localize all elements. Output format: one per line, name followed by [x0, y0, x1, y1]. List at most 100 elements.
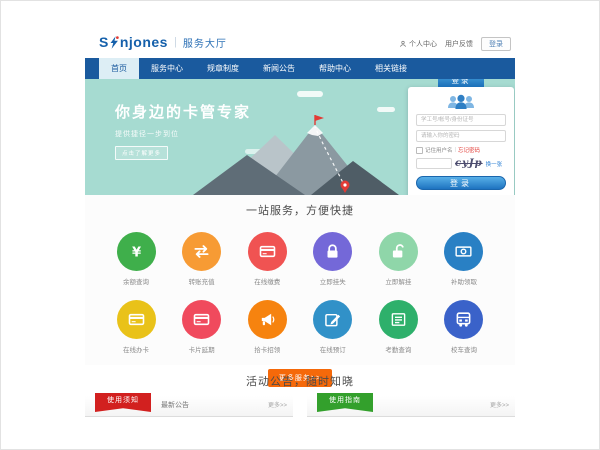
logo-bolt-icon [110, 36, 119, 49]
announcement-column-guide: 使用指南 更多>> [307, 396, 515, 417]
tab-usage-guide[interactable]: 使用指南 [317, 393, 373, 412]
hero-text: 你身边的卡管专家 提供捷径一步到位 点击了解更多 [115, 101, 251, 160]
hero-title: 你身边的卡管专家 [115, 101, 251, 122]
nav-item-related-links[interactable]: 相关链接 [363, 58, 419, 79]
cloud-shape [377, 107, 395, 112]
tab-usage-notice[interactable]: 使用须知 [95, 393, 151, 412]
service-item[interactable]: 卡片延期 [177, 300, 227, 354]
transfer-icon [191, 241, 212, 262]
remember-checkbox[interactable] [416, 147, 423, 154]
person-icon [399, 40, 407, 48]
service-item[interactable]: 在线预订 [308, 300, 358, 354]
service-item[interactable]: 补助领取 [439, 232, 489, 286]
yuan-icon [126, 241, 147, 262]
service-circle [379, 300, 418, 339]
options-divider: | [455, 147, 456, 153]
hero-subtitle: 提供捷径一步到位 [115, 129, 251, 139]
service-label: 卡片延期 [177, 344, 227, 354]
hero-cta-button[interactable]: 点击了解更多 [115, 146, 168, 160]
announcements-title: 活动公告，随时知晓 [85, 366, 515, 389]
card-icon [191, 309, 212, 330]
personal-center-link[interactable]: 个人中心 [399, 39, 437, 49]
service-circle [379, 232, 418, 271]
personal-center-label: 个人中心 [409, 39, 437, 49]
service-circle [182, 232, 221, 271]
login-card: 记住用户名 | 忘记密码 cyJp 换一张 登录 [408, 87, 514, 195]
forgot-password-link[interactable]: 忘记密码 [458, 146, 480, 154]
services-row-2: 在线办卡 卡片延期 拾卡招领 在线预订 考勤查询 校车查询 [85, 300, 515, 354]
service-item[interactable]: 立即解挂 [373, 232, 423, 286]
page-frame: S njones | 服务大厅 个人中心 用户反馈 登录 [0, 0, 600, 450]
card-icon [126, 309, 147, 330]
services-title: 一站服务，方便快捷 [85, 195, 515, 218]
nav-item-help-center[interactable]: 帮助中心 [307, 58, 363, 79]
service-circle [117, 232, 156, 271]
latest-announcements-link[interactable]: 最新公告 [161, 396, 189, 416]
megaphone-icon [257, 309, 278, 330]
login-panel: 登录 记住用户名 | [408, 79, 514, 195]
login-submit-button[interactable]: 登录 [416, 176, 506, 190]
service-item[interactable]: 在线缴费 [242, 232, 292, 286]
service-item[interactable]: 拾卡招领 [242, 300, 292, 354]
nav-item-news[interactable]: 新闻公告 [251, 58, 307, 79]
cloud-shape [297, 91, 323, 97]
service-item[interactable]: 立即挂失 [308, 232, 358, 286]
lock-icon [322, 241, 343, 262]
login-tab[interactable]: 登录 [438, 79, 484, 87]
service-label: 余额查询 [111, 276, 161, 286]
unlock-icon [388, 241, 409, 262]
user-feedback-label: 用户反馈 [445, 39, 473, 49]
service-item[interactable]: 余额查询 [111, 232, 161, 286]
list-icon [388, 309, 409, 330]
page-content: S njones | 服务大厅 个人中心 用户反馈 登录 [85, 0, 515, 450]
announcements-section: 活动公告，随时知晓 使用须知 最新公告 更多>> 使用指南 更多>> [85, 366, 515, 417]
header-user-area: 个人中心 用户反馈 登录 [399, 37, 511, 51]
service-label: 考勤查询 [373, 344, 423, 354]
service-label: 在线预订 [308, 344, 358, 354]
remember-label: 记住用户名 [425, 146, 453, 154]
announcement-tabs: 使用须知 最新公告 更多>> 使用指南 更多>> [85, 396, 515, 417]
service-label: 在线缴费 [242, 276, 292, 286]
more-link-notice[interactable]: 更多>> [268, 396, 287, 416]
service-item[interactable]: 考勤查询 [373, 300, 423, 354]
captcha-image[interactable]: cyJp [455, 158, 483, 169]
logo-text: S njones [99, 34, 168, 50]
username-input[interactable] [416, 114, 506, 126]
captcha-input[interactable] [416, 158, 452, 169]
captcha-row: cyJp 换一张 [416, 158, 506, 169]
logo[interactable]: S njones | 服务大厅 [99, 34, 227, 50]
nav-item-service-center[interactable]: 服务中心 [139, 58, 195, 79]
captcha-refresh-link[interactable]: 换一张 [486, 160, 503, 168]
header-login-button[interactable]: 登录 [481, 37, 511, 51]
login-options: 记住用户名 | 忘记密码 [416, 146, 506, 154]
service-label: 校车查询 [439, 344, 489, 354]
nav-item-home[interactable]: 首页 [99, 58, 139, 79]
service-circle [444, 232, 483, 271]
service-circle [444, 300, 483, 339]
service-item[interactable]: 在线办卡 [111, 300, 161, 354]
service-item[interactable]: 转账充值 [177, 232, 227, 286]
logo-prefix: S [99, 34, 109, 50]
hero-banner: 你身边的卡管专家 提供捷径一步到位 点击了解更多 登录 [85, 79, 515, 195]
bus-icon [453, 309, 474, 330]
service-circle [182, 300, 221, 339]
banknote-icon [453, 241, 474, 262]
announcement-column-notice: 使用须知 最新公告 更多>> [85, 396, 293, 417]
more-link-guide[interactable]: 更多>> [490, 396, 509, 416]
service-circle [248, 300, 287, 339]
service-label: 转账充值 [177, 276, 227, 286]
service-circle [117, 300, 156, 339]
top-header: S njones | 服务大厅 个人中心 用户反馈 登录 [85, 30, 515, 58]
service-circle [313, 232, 352, 271]
service-circle [248, 232, 287, 271]
user-feedback-link[interactable]: 用户反馈 [445, 39, 473, 49]
service-item[interactable]: 校车查询 [439, 300, 489, 354]
site-name: 服务大厅 [183, 35, 227, 50]
service-circle [313, 300, 352, 339]
nav-item-rules[interactable]: 规章制度 [195, 58, 251, 79]
password-input[interactable] [416, 130, 506, 142]
card-icon [257, 241, 278, 262]
main-nav: 首页 服务中心 规章制度 新闻公告 帮助中心 相关链接 [85, 58, 515, 79]
service-label: 拾卡招领 [242, 344, 292, 354]
logo-divider: | [174, 36, 177, 48]
